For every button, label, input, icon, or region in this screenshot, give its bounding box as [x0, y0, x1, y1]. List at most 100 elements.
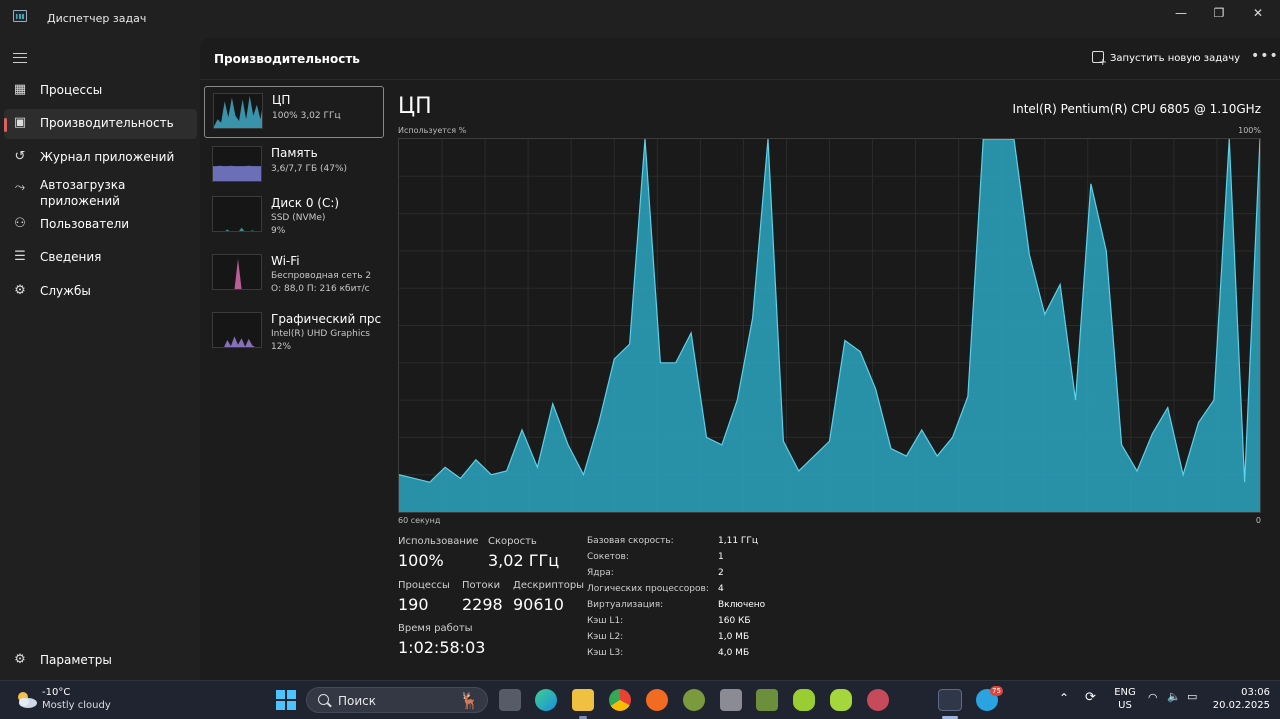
- uptime-value: 1:02:58:03: [398, 638, 486, 657]
- spec-value: Включено: [718, 600, 766, 610]
- perf-item-sub: 100% 3,02 ГГц: [272, 111, 341, 121]
- task-manager-icon: [13, 10, 27, 22]
- thumbnail-area: [213, 165, 261, 181]
- speed-value: 3,02 ГГц: [488, 551, 560, 570]
- startup-apps-icon: ⤳: [14, 180, 26, 195]
- sync-icon[interactable]: ⟳: [1085, 690, 1096, 705]
- perf-item-gpu[interactable]: Графический прс Intel(R) UHD Graphics 12…: [204, 306, 384, 362]
- cpu-model: Intel(R) Pentium(R) CPU 6805 @ 1.10GHz: [1012, 102, 1261, 116]
- details-icon: ☰: [14, 249, 26, 264]
- sidebar-item-performance[interactable]: ▣ Производительность: [4, 109, 197, 139]
- close-button[interactable]: ✕: [1241, 4, 1275, 22]
- usage-label: Использование: [398, 536, 479, 547]
- start-icon[interactable]: [275, 689, 297, 711]
- sidebar-item-label: Параметры: [40, 653, 112, 667]
- search-placeholder: Поиск: [338, 694, 377, 708]
- wifi-icon[interactable]: ◠: [1148, 691, 1158, 704]
- spec-value: 160 КБ: [718, 616, 751, 626]
- sidebar-item-settings[interactable]: ⚙ Параметры: [4, 646, 197, 672]
- thumbnail-area: [214, 95, 262, 128]
- language-top[interactable]: ENG: [1113, 687, 1137, 698]
- perf-item-name: ЦП: [272, 93, 291, 107]
- spec-label: Ядра:: [587, 568, 614, 578]
- sidebar-item-details[interactable]: ☰ Сведения: [4, 243, 197, 273]
- threads-label: Потоки: [462, 580, 501, 591]
- spec-value: 1: [718, 552, 724, 562]
- thumbnail-area: [225, 227, 254, 231]
- more-options-button[interactable]: •••: [1251, 48, 1279, 64]
- spec-label: Виртуализация:: [587, 600, 664, 610]
- search-icon: [318, 694, 329, 705]
- maximize-button[interactable]: ❐: [1202, 4, 1236, 22]
- perf-item-name: Графический прс: [271, 312, 382, 326]
- perf-item-sub: 3,6/7,7 ГБ (47%): [271, 164, 348, 174]
- active-indicator: [4, 118, 7, 132]
- wifi-thumbnail: [212, 254, 262, 290]
- app-game-icon[interactable]: [867, 689, 889, 711]
- sidebar-item-processes[interactable]: ▦ Процессы: [4, 76, 197, 106]
- sidebar-item-label: Производительность: [40, 116, 174, 130]
- performance-icon: ▣: [13, 115, 27, 130]
- sidebar-item-startup-apps[interactable]: ⤳ Автозагрузка приложений: [4, 177, 197, 211]
- sidebar-item-services[interactable]: ⚙ Службы: [4, 277, 197, 307]
- sidebar-item-label: Службы: [40, 284, 91, 298]
- notification-badge: 75: [990, 686, 1003, 696]
- threads-value: 2298: [462, 595, 503, 614]
- perf-item-memory[interactable]: Память 3,6/7,7 ГБ (47%): [204, 140, 384, 192]
- sidebar-item-label: Сведения: [40, 250, 102, 264]
- sidebar-item-users[interactable]: ⚇ Пользователи: [4, 210, 197, 240]
- speed-label: Скорость: [488, 536, 537, 547]
- handles-label: Дескрипторы: [513, 580, 585, 591]
- perf-item-name: Память: [271, 146, 318, 160]
- app-robot-icon[interactable]: [720, 689, 742, 711]
- chevron-up-icon[interactable]: ⌃: [1059, 691, 1069, 705]
- minecraft-icon[interactable]: [756, 689, 778, 711]
- memory-thumbnail: [212, 146, 262, 182]
- perf-item-cpu[interactable]: ЦП 100% 3,02 ГГц: [204, 86, 384, 138]
- services-icon: ⚙: [14, 283, 26, 298]
- cpu-usage-graph: [398, 138, 1261, 513]
- menu-icon[interactable]: [13, 53, 27, 63]
- page-title: Производительность: [214, 52, 360, 66]
- graph-min-label: 0: [1255, 516, 1261, 525]
- run-new-task-button[interactable]: Запустить новую задачу: [1092, 51, 1240, 68]
- clock-time[interactable]: 03:06: [1214, 687, 1270, 698]
- new-task-icon: [1092, 51, 1107, 68]
- minimize-button[interactable]: —: [1164, 4, 1198, 22]
- weather-cloudy-icon[interactable]: [14, 688, 38, 710]
- sidebar-item-app-history[interactable]: ↺ Журнал приложений: [4, 143, 197, 173]
- thumbnail-area: [234, 258, 242, 289]
- battery-icon[interactable]: ▭: [1187, 690, 1197, 703]
- graph-max-label: 100%: [1238, 126, 1261, 135]
- task-manager-taskbar-icon[interactable]: [938, 689, 962, 711]
- spec-value: 1,11 ГГц: [718, 536, 759, 546]
- app-green2-icon[interactable]: [830, 689, 852, 711]
- detail-title: ЦП: [398, 94, 432, 119]
- cpu-thumbnail: [213, 93, 263, 129]
- spec-label: Сокетов:: [587, 552, 629, 562]
- perf-item-sub: 12%: [271, 342, 292, 352]
- language-bottom[interactable]: US: [1113, 700, 1137, 711]
- perf-item-wifi[interactable]: Wi-Fi Беспроводная сеть 2 О: 88,0 П: 216…: [204, 248, 384, 304]
- soundcloud-icon[interactable]: [646, 689, 668, 711]
- perf-item-sub: SSD (NVMe): [271, 213, 326, 223]
- graph-y-label: Используется %: [398, 126, 467, 135]
- taskbar-search[interactable]: Поиск 🦌: [306, 687, 488, 713]
- app-m-icon[interactable]: [683, 689, 705, 711]
- spec-value: 2: [718, 568, 724, 578]
- file-explorer-icon[interactable]: [572, 689, 594, 711]
- volume-icon[interactable]: 🔈: [1167, 690, 1181, 703]
- processes-icon: ▦: [13, 82, 27, 97]
- app-green-icon[interactable]: [793, 689, 815, 711]
- chrome-icon[interactable]: [609, 689, 631, 711]
- weather-description: Mostly cloudy: [42, 700, 111, 711]
- edge-icon[interactable]: [535, 689, 557, 711]
- spec-value: 4,0 МБ: [718, 648, 750, 658]
- clock-date[interactable]: 20.02.2025: [1206, 700, 1270, 711]
- perf-item-name: Диск 0 (C:): [271, 196, 340, 210]
- perf-item-sub: 9%: [271, 226, 286, 236]
- perf-item-name: Wi-Fi: [271, 254, 300, 268]
- task-view-icon[interactable]: [499, 689, 521, 711]
- perf-item-disk[interactable]: Диск 0 (C:) SSD (NVMe) 9%: [204, 190, 384, 246]
- sidebar: ▦ Процессы ▣ Производительность ↺ Журнал…: [0, 38, 200, 680]
